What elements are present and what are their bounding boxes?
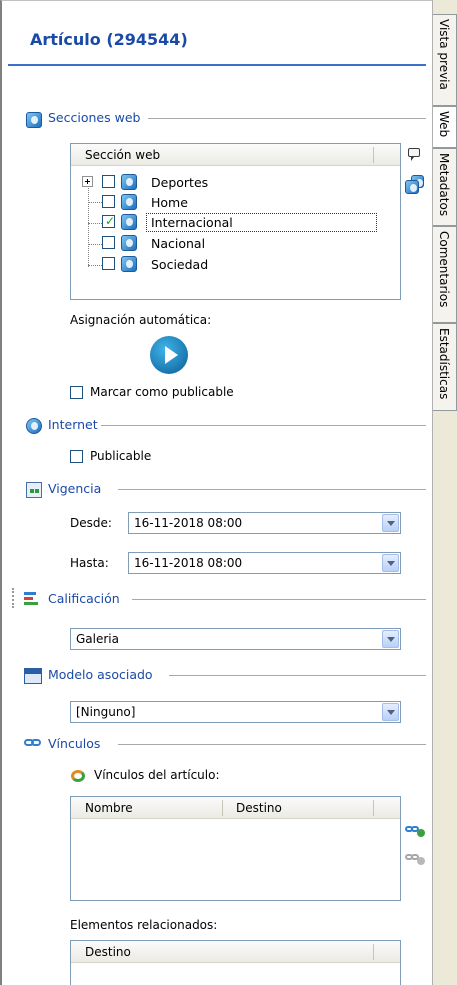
to-label: Hasta: [70, 556, 109, 570]
related-elements-table[interactable]: Destino [70, 940, 401, 985]
from-label: Desde: [70, 516, 112, 530]
tree-line [88, 244, 102, 245]
publishable-label: Publicable [90, 449, 152, 463]
chevron-down-icon[interactable] [382, 630, 399, 648]
column-header-destino[interactable]: Destino [236, 801, 282, 815]
section-icon [121, 174, 137, 190]
column-header-destino[interactable]: Destino [85, 945, 131, 959]
section-rule [132, 599, 426, 600]
comment-icon[interactable] [407, 147, 425, 163]
from-date-value: 16-11-2018 08:00 [134, 516, 243, 530]
check-icon: ✓ [105, 214, 116, 228]
link-icon [24, 738, 42, 748]
tree-header: Sección web [71, 144, 400, 166]
drag-handle[interactable] [12, 588, 14, 608]
section-checkbox[interactable] [102, 175, 115, 188]
header-separator [373, 944, 374, 960]
tree-item-label: Deportes [151, 175, 209, 190]
section-rule [118, 744, 426, 745]
section-icon [121, 214, 137, 230]
auto-assign-label: Asignación automática: [70, 313, 212, 327]
remove-link-icon[interactable] [405, 851, 425, 865]
tab-label: Comentarios [437, 231, 451, 308]
section-title-internet: Internet [48, 417, 98, 432]
related-table-header: Destino [71, 941, 400, 963]
header-separator [373, 800, 374, 816]
page-title: Artículo (294544) [30, 30, 188, 49]
play-icon [165, 346, 178, 364]
section-rule [101, 425, 426, 426]
chevron-down-icon[interactable] [382, 554, 399, 572]
tree-line [88, 202, 102, 203]
model-select[interactable]: [Ninguno] [70, 701, 401, 723]
section-icon [121, 256, 137, 272]
tree-column-header[interactable]: Sección web [85, 148, 160, 162]
to-date-picker[interactable]: 16-11-2018 08:00 [128, 552, 401, 574]
article-links-table[interactable]: Nombre Destino [70, 796, 401, 901]
rating-select[interactable]: Galeria [70, 628, 401, 650]
section-rule [118, 489, 426, 490]
section-checkbox[interactable] [102, 236, 115, 249]
tree-item-label: Nacional [151, 236, 206, 251]
article-links-label: Vínculos del artículo: [94, 768, 220, 782]
from-date-picker[interactable]: 16-11-2018 08:00 [128, 512, 401, 534]
tree-item[interactable]: Home [102, 194, 392, 212]
tree-item-label: Sociedad [151, 257, 209, 272]
calendar-icon [26, 482, 42, 498]
tree-item-label: Home [151, 195, 188, 210]
html-model-icon [24, 668, 42, 684]
section-icon [121, 194, 137, 210]
section-icon [121, 235, 137, 251]
tree-item-label: Internacional [151, 215, 233, 230]
tree-line [88, 265, 102, 266]
tree-line [88, 223, 102, 224]
tree-item[interactable]: Deportes [102, 174, 392, 192]
play-button[interactable] [150, 336, 188, 374]
model-value: [Ninguno] [76, 705, 136, 719]
chevron-down-icon[interactable] [382, 703, 399, 721]
tree-item[interactable]: Sociedad [102, 256, 392, 274]
section-checkbox[interactable] [102, 195, 115, 208]
to-date-value: 16-11-2018 08:00 [134, 556, 243, 570]
tree-item[interactable]: ✓ Internacional [102, 213, 392, 232]
chevron-down-icon[interactable] [382, 514, 399, 532]
tab-label: Vista previa [437, 19, 451, 90]
refresh-links-icon[interactable] [70, 768, 88, 784]
section-checkbox[interactable]: ✓ [102, 214, 116, 228]
section-title-vinculos: Vínculos [48, 736, 101, 751]
tree-item[interactable]: Nacional [102, 235, 392, 253]
tab-vista-previa[interactable]: Vista previa [433, 14, 457, 106]
tree-line [88, 185, 89, 267]
section-title-vigencia: Vigencia [48, 481, 102, 496]
tab-web[interactable]: Web [433, 106, 457, 148]
section-title-modelo: Modelo asociado [48, 667, 153, 682]
section-title-calificacion: Calificación [48, 591, 120, 606]
internet-icon [26, 418, 42, 434]
multi-sections-icon[interactable] [405, 175, 425, 195]
tab-label: Metadatos [437, 153, 451, 217]
tab-estadisticas[interactable]: Estadísticas [433, 323, 457, 411]
rating-value: Galeria [76, 632, 119, 646]
title-underline [8, 64, 426, 66]
tab-label: Web [437, 111, 451, 138]
tab-label: Estadísticas [437, 328, 451, 400]
section-title-secciones: Secciones web [48, 110, 141, 125]
expand-icon[interactable] [82, 176, 93, 187]
section-rule [169, 675, 426, 676]
tab-comentarios[interactable]: Comentarios [433, 226, 457, 323]
mark-publishable-checkbox[interactable] [70, 386, 83, 399]
publishable-checkbox[interactable] [70, 450, 83, 463]
section-rule [148, 118, 426, 119]
add-link-icon[interactable] [405, 823, 425, 837]
column-header-nombre[interactable]: Nombre [85, 801, 133, 815]
mark-publishable-label: Marcar como publicable [90, 385, 234, 399]
header-separator [222, 800, 223, 816]
rating-icon [24, 591, 42, 607]
tab-metadatos[interactable]: Metadatos [433, 148, 457, 226]
links-table-header: Nombre Destino [71, 797, 400, 819]
section-checkbox[interactable] [102, 257, 115, 270]
related-elements-label: Elementos relacionados: [70, 918, 218, 932]
header-separator [373, 147, 374, 163]
sections-web-icon [26, 112, 42, 128]
